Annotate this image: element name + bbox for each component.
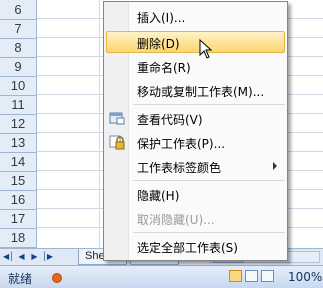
menu-item-protect-sheet[interactable]: 保护工作表(P)...: [106, 131, 285, 153]
page-break-view-icon[interactable]: [261, 270, 274, 282]
row-header[interactable]: 18: [0, 228, 36, 248]
row-header[interactable]: 8: [0, 38, 36, 58]
row-header[interactable]: 12: [0, 114, 36, 134]
menu-item-select-all-sheets[interactable]: 选定全部工作表(S): [106, 235, 285, 257]
menu-separator: [133, 104, 285, 105]
menu-item-hide[interactable]: 隐藏(H): [106, 183, 285, 205]
status-bar: 就绪 100%: [0, 265, 323, 288]
menu-item-unhide: 取消隐藏(U)...: [106, 207, 285, 229]
menu-item-label: 移动或复制工作表(M)...: [137, 85, 265, 99]
row-header[interactable]: 7: [0, 19, 36, 39]
status-ready: 就绪: [8, 272, 33, 286]
view-code-icon: [109, 110, 125, 126]
macro-record-icon[interactable]: [52, 273, 62, 283]
protect-sheet-icon: [109, 134, 125, 150]
normal-view-icon[interactable]: [229, 270, 242, 282]
sheet-context-menu: 插入(I)... 删除(D) 重命名(R) 移动或复制工作表(M)... 查看代…: [103, 1, 288, 261]
menu-item-label: 隐藏(H): [137, 189, 180, 203]
row-header[interactable]: 17: [0, 209, 36, 229]
menu-item-label: 重命名(R): [137, 61, 191, 75]
menu-item-view-code[interactable]: 查看代码(V): [106, 107, 285, 129]
menu-item-insert[interactable]: 插入(I)...: [106, 5, 285, 27]
menu-item-label: 工作表标签颜色: [137, 161, 222, 175]
row-headers: 6 7 8 9 10 11 12 13 14 15 16 17 18: [0, 0, 37, 248]
row-header[interactable]: 9: [0, 57, 36, 77]
menu-item-move-copy[interactable]: 移动或复制工作表(M)...: [106, 79, 285, 101]
row-header[interactable]: 6: [0, 0, 36, 20]
menu-item-label: 查看代码(V): [137, 113, 203, 127]
menu-item-label: 保护工作表(P)...: [137, 137, 226, 151]
menu-item-delete[interactable]: 删除(D): [106, 31, 285, 53]
menu-separator: [133, 232, 285, 233]
row-header[interactable]: 13: [0, 133, 36, 153]
first-sheet-icon[interactable]: ◀│: [3, 251, 14, 262]
row-header[interactable]: 15: [0, 171, 36, 191]
submenu-arrow-icon: [273, 162, 277, 170]
prev-sheet-icon[interactable]: ◀: [16, 251, 27, 262]
row-header[interactable]: 11: [0, 95, 36, 115]
menu-separator: [133, 180, 285, 181]
row-header[interactable]: 16: [0, 190, 36, 210]
row-header[interactable]: 14: [0, 152, 36, 172]
zoom-level[interactable]: 100%: [288, 270, 322, 284]
mouse-pointer-icon: [199, 39, 213, 59]
page-layout-view-icon[interactable]: [245, 270, 258, 282]
last-sheet-icon[interactable]: │▶: [42, 251, 53, 262]
menu-item-label: 取消隐藏(U)...: [137, 213, 215, 227]
menu-item-tab-color[interactable]: 工作表标签颜色: [106, 155, 285, 177]
menu-item-label: 删除(D): [137, 37, 180, 51]
menu-item-label: 选定全部工作表(S): [137, 241, 238, 255]
row-header[interactable]: 10: [0, 76, 36, 96]
next-sheet-icon[interactable]: ▶: [29, 251, 40, 262]
menu-item-label: 插入(I)...: [137, 11, 186, 25]
menu-item-rename[interactable]: 重命名(R): [106, 55, 285, 77]
